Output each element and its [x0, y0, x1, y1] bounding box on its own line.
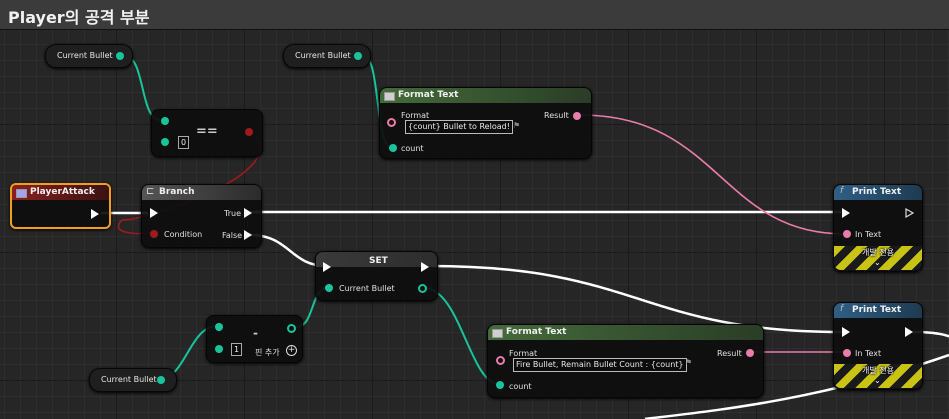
int-input-pin-a[interactable] [161, 117, 169, 125]
get-current-bullet-node-1[interactable]: Current Bullet [45, 44, 133, 68]
add-pin-label: 핀 추가 [255, 348, 280, 357]
int-input-pin-a[interactable] [215, 323, 223, 331]
format-label: Format [401, 111, 430, 120]
exec-output-pin[interactable] [91, 209, 99, 219]
branch-icon: ⊏ [146, 186, 155, 197]
add-pin-icon[interactable]: + [286, 345, 297, 356]
exec-input-pin[interactable] [150, 208, 158, 218]
in-text-label: In Text [855, 349, 882, 358]
true-label: True [224, 209, 241, 218]
get-current-bullet-node-2[interactable]: Current Bullet [283, 44, 371, 68]
bool-output-pin[interactable] [245, 128, 253, 136]
condition-label: Condition [164, 230, 203, 239]
chevron-down-icon[interactable]: ⌄ [874, 258, 881, 267]
exec-output-pin[interactable] [905, 327, 913, 337]
condition-input-pin[interactable] [150, 230, 158, 238]
set-node[interactable]: SET Current Bullet [315, 251, 438, 301]
node-header: f Print Text [834, 303, 922, 318]
current-bullet-output-pin[interactable] [418, 284, 427, 293]
result-label: Result [544, 111, 569, 120]
int-output-pin[interactable] [287, 324, 296, 333]
int-input-pin-b[interactable] [215, 345, 223, 353]
branch-node[interactable]: ⊏ Branch True Condition False [141, 184, 262, 248]
function-icon: f [840, 304, 844, 314]
variable-label: Current Bullet [57, 51, 113, 60]
variable-label: Current Bullet [101, 375, 157, 384]
count-label: count [509, 382, 532, 391]
result-output-pin[interactable] [746, 349, 754, 357]
current-bullet-input-pin[interactable] [325, 284, 333, 292]
exec-input-pin[interactable] [323, 262, 331, 272]
exec-output-pin[interactable] [421, 262, 429, 272]
event-icon [16, 189, 27, 198]
development-only-label: 개발 전용 [862, 366, 894, 375]
int-output-pin[interactable] [116, 52, 124, 60]
int-output-pin[interactable] [157, 376, 165, 384]
value-field[interactable]: 0 [178, 136, 189, 149]
exec-input-pin[interactable] [842, 208, 850, 218]
count-label: count [401, 144, 424, 153]
node-title: SET [369, 256, 388, 266]
node-header: Format Text [488, 325, 763, 340]
player-attack-event-node[interactable]: PlayerAttack [10, 183, 111, 229]
print-text-node-1[interactable]: f Print Text In Text 개발 전용 ⌄ [833, 184, 923, 272]
format-text-node-1[interactable]: Format Text Format {count} Bullet to Rel… [379, 87, 592, 159]
variable-label: Current Bullet [339, 284, 395, 293]
format-text-node-2[interactable]: Format Text Format Fire Bullet, Remain B… [487, 324, 764, 398]
development-only-bar: 개발 전용 ⌄ [834, 364, 922, 388]
flag-icon[interactable]: ⚑ [513, 121, 520, 130]
function-icon: f [840, 186, 844, 196]
chevron-down-icon[interactable]: ⌄ [874, 376, 881, 385]
get-current-bullet-node-3[interactable]: Current Bullet [89, 368, 177, 392]
node-title: Print Text [852, 187, 902, 197]
result-label: Result [717, 349, 742, 358]
int-output-pin[interactable] [354, 52, 362, 60]
format-input-field[interactable]: {count} Bullet to Reload! [405, 120, 513, 134]
node-header: PlayerAttack [12, 185, 109, 200]
text-wire-result1-print1 [579, 114, 846, 235]
count-input-pin[interactable] [389, 144, 397, 152]
node-title: Format Text [398, 90, 459, 100]
node-header: Format Text [380, 88, 591, 103]
exec-input-pin[interactable] [842, 327, 850, 337]
equal-node[interactable]: 0 == [151, 109, 263, 157]
int-input-pin-b[interactable] [161, 138, 169, 146]
function-icon [492, 329, 503, 338]
format-input-pin[interactable] [496, 356, 505, 365]
exec-false-pin[interactable] [244, 230, 252, 240]
node-header: ⊏ Branch [142, 185, 261, 200]
format-input-field[interactable]: Fire Bullet, Remain Bullet Count : {coun… [513, 358, 687, 372]
node-header: f Print Text [834, 185, 922, 200]
development-only-bar: 개발 전용 ⌄ [834, 246, 922, 270]
variable-label: Current Bullet [295, 51, 351, 60]
result-output-pin[interactable] [573, 112, 581, 120]
format-label: Format [509, 349, 538, 358]
node-title: Format Text [506, 327, 567, 337]
exec-wire-set-print2 [429, 264, 844, 334]
format-input-pin[interactable] [387, 118, 396, 127]
node-title: Print Text [852, 305, 902, 315]
subtract-node[interactable]: 1 - 핀 추가 + [206, 315, 303, 363]
false-label: False [222, 231, 243, 240]
node-title: PlayerAttack [30, 187, 95, 197]
count-input-pin[interactable] [496, 381, 504, 389]
print-text-node-2[interactable]: f Print Text In Text 개발 전용 ⌄ [833, 302, 923, 390]
function-icon [384, 92, 395, 101]
flag-icon[interactable]: ⚑ [685, 358, 692, 367]
operator-label: - [253, 326, 258, 340]
in-text-input-pin[interactable] [843, 230, 851, 238]
exec-true-pin[interactable] [244, 208, 252, 218]
exec-output-pin[interactable] [905, 208, 914, 218]
node-title: Branch [159, 187, 195, 197]
operator-label: == [196, 124, 218, 139]
node-header: SET [316, 252, 437, 267]
in-text-input-pin[interactable] [843, 349, 851, 357]
in-text-label: In Text [855, 230, 882, 239]
development-only-label: 개발 전용 [862, 248, 894, 257]
value-field[interactable]: 1 [231, 343, 242, 356]
